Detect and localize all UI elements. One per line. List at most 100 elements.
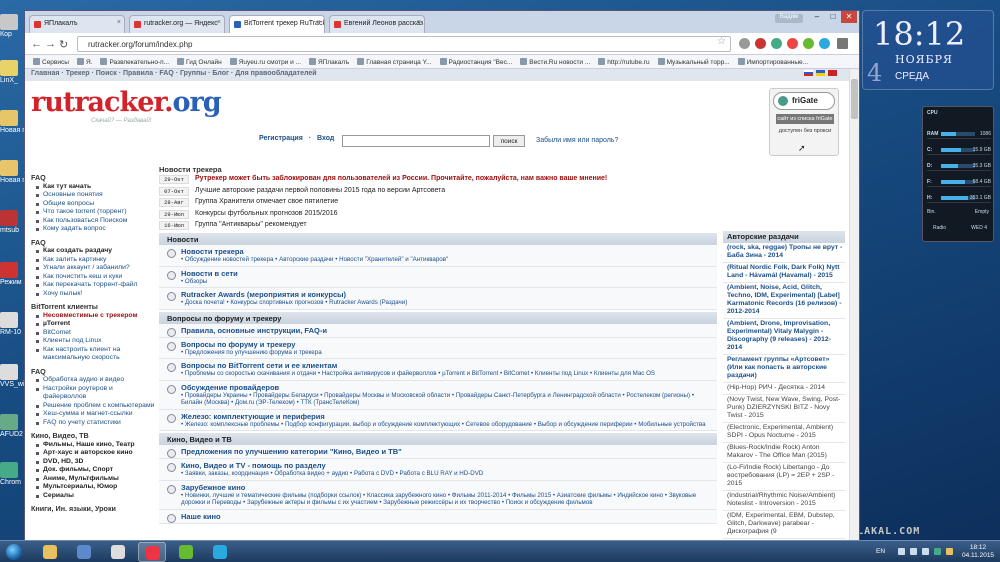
- forum-title-link[interactable]: Зарубежное кино: [181, 483, 717, 492]
- author-release-link[interactable]: (Novy Twist, New Wave, Swing, Post-Punk)…: [723, 395, 845, 423]
- address-bar[interactable]: rutracker.org/forum/index.php: [77, 36, 731, 52]
- tab-close-icon[interactable]: ×: [117, 19, 121, 26]
- sidebar-link[interactable]: Как настроить клиент на максимальную ско…: [31, 346, 157, 363]
- sidebar-link[interactable]: Хочу пылык!: [31, 290, 157, 299]
- browser-tab[interactable]: rutracker.org — Яндекс ×: [129, 15, 225, 33]
- subforum-links[interactable]: • Обсуждение новостей трекера • Авторски…: [181, 256, 717, 264]
- sidebar-link[interactable]: Настройки роутеров и файерволлов: [31, 385, 157, 402]
- author-release-link[interactable]: (Blues-Rock/Indie Rock) Anton Makarov - …: [723, 443, 845, 463]
- extension-icon[interactable]: [739, 38, 750, 49]
- forum-title-link[interactable]: Железо: комплектующие и периферия: [181, 412, 717, 421]
- forum-category-header[interactable]: Кино, Видео и ТВ: [159, 433, 717, 445]
- maximize-icon[interactable]: □: [825, 11, 841, 23]
- sidebar-link[interactable]: Что такое torrent (торрент): [31, 208, 157, 217]
- close-icon[interactable]: ✕: [841, 11, 857, 23]
- forum-title-link[interactable]: Новости в сети: [181, 269, 717, 278]
- desktop-shortcut[interactable]: mtsub: [0, 210, 26, 235]
- bookmark-item[interactable]: Импортированные...: [737, 55, 808, 66]
- bookmark-item[interactable]: ЯПлакалъ: [308, 55, 349, 66]
- sidebar-link[interactable]: DVD, HD, 3D: [31, 458, 157, 467]
- register-link[interactable]: Регистрация: [259, 135, 303, 142]
- forum-title-link[interactable]: Кино, Видео и ТV - помощь по разделу: [181, 461, 717, 470]
- author-release-link[interactable]: (IDM, Experimental, EBM, Dubstep, Glitch…: [723, 511, 845, 539]
- tab-close-icon[interactable]: ×: [217, 19, 221, 26]
- bookmark-item[interactable]: Сервисы: [33, 55, 69, 66]
- forum-title-link[interactable]: Правила, основные инструкции, FAQ-и: [181, 326, 717, 335]
- frigate-list-button[interactable]: сайт из списка friGate: [776, 114, 834, 124]
- forgot-password-link[interactable]: Забыли имя или пароль?: [536, 137, 618, 144]
- login-link[interactable]: Вход: [317, 135, 334, 142]
- taskbar-app-button[interactable]: [104, 542, 132, 562]
- sidebar-link[interactable]: Как создать раздачу: [31, 247, 157, 256]
- sidebar-link[interactable]: Как пользоваться Поиском: [31, 217, 157, 226]
- scrollbar-thumb[interactable]: [851, 79, 858, 119]
- frigate-widget[interactable]: friGate сайт из списка friGate доступен …: [769, 88, 839, 156]
- forward-icon[interactable]: →: [45, 38, 56, 50]
- taskbar-app-button[interactable]: [36, 542, 64, 562]
- site-top-nav[interactable]: Главная · Трекер · Поиск · Правила · FAQ…: [25, 69, 859, 81]
- sidebar-link[interactable]: Угнали аккаунт / забанили?: [31, 264, 157, 273]
- sidebar-link[interactable]: Хеш-сумма и магнет-ссылки: [31, 410, 157, 419]
- subforum-links[interactable]: • Предложения по улучшению форума и трек…: [181, 349, 717, 357]
- news-link[interactable]: Рутрекер может быть заблокирован для пол…: [195, 175, 607, 182]
- bookmark-star-icon[interactable]: ☆: [717, 36, 726, 47]
- subforum-links[interactable]: • Обзоры: [181, 278, 717, 286]
- sidebar-link[interactable]: Мультсериалы, Юмор: [31, 483, 157, 492]
- extension-icon[interactable]: [803, 38, 814, 49]
- extension-icon[interactable]: [771, 38, 782, 49]
- subforum-links[interactable]: • Провайдеры Украины • Провайдеры Белару…: [181, 392, 717, 407]
- adblock-icon[interactable]: [755, 38, 766, 49]
- taskbar-app-button[interactable]: [172, 542, 200, 562]
- bookmark-item[interactable]: Яuyeu.ru смотри и ...: [229, 55, 301, 66]
- news-link[interactable]: Лучшие авторские раздачи первой половины…: [195, 187, 445, 194]
- desktop-shortcut[interactable]: Режим проблем: [0, 262, 26, 287]
- forum-title-link[interactable]: Новости трекера: [181, 247, 717, 256]
- sidebar-link[interactable]: Основные понятия: [31, 191, 157, 200]
- profile-button[interactable]: Вадим: [775, 14, 803, 23]
- tray-app-icon[interactable]: [946, 548, 953, 555]
- author-release-link[interactable]: (Hip-Hop) РИЧ - Десятка - 2014: [723, 383, 845, 395]
- sidebar-link[interactable]: Клиенты под Linux: [31, 337, 157, 346]
- desktop-shortcut[interactable]: Новая п: [0, 110, 26, 135]
- author-release-link[interactable]: (Lo-Fi/Indie Rock) Libertango - До востр…: [723, 463, 845, 491]
- sidebar-link[interactable]: Аниме, Мультфильмы: [31, 475, 157, 484]
- forum-category-header[interactable]: Новости: [159, 233, 717, 245]
- sidebar-link[interactable]: Док. фильмы, Спорт: [31, 466, 157, 475]
- sidebar-link[interactable]: Решение проблем с компьютерами: [31, 402, 157, 411]
- browser-tab[interactable]: Евгений Леонов рассказ ×: [329, 15, 425, 33]
- desktop-shortcut[interactable]: Новая п: [0, 160, 26, 185]
- sidebar-link[interactable]: BitComet: [31, 329, 157, 338]
- sidebar-link[interactable]: Несовместимые с трекером: [31, 312, 157, 321]
- search-button[interactable]: поиск: [493, 135, 525, 147]
- sidebar-link[interactable]: Фильмы, Наше кино, Театр: [31, 441, 157, 450]
- desktop-shortcut[interactable]: Кор: [0, 14, 26, 39]
- subforum-links[interactable]: • Новинки, лучшие и тематические фильмы …: [181, 492, 717, 507]
- sidebar-link[interactable]: Как тут качать: [31, 183, 157, 192]
- sidebar-link[interactable]: Арт-хаус и авторское кино: [31, 449, 157, 458]
- flag-ru-icon[interactable]: [804, 70, 813, 76]
- page-scrollbar[interactable]: [849, 69, 859, 541]
- network-icon[interactable]: [910, 548, 917, 555]
- forum-title-link[interactable]: Вопросы по BitTorrent сети и ее клиентам: [181, 361, 717, 370]
- subforum-links[interactable]: • Проблемы со скоростью скачивания и отд…: [181, 370, 717, 378]
- sidebar-link[interactable]: Как почистить кеш и куки: [31, 273, 157, 282]
- taskbar-app-button[interactable]: [206, 542, 234, 562]
- browser-tab[interactable]: ЯПлакалъ ×: [29, 15, 125, 33]
- desktop-shortcut[interactable]: LinX_: [0, 60, 26, 85]
- reload-icon[interactable]: ↻: [59, 38, 68, 51]
- author-release-link[interactable]: (Industrial/Rhythmic Noise/Ambient) Note…: [723, 491, 845, 511]
- system-meter-gadget[interactable]: CPU RAM 1086 C: 15.9 GB D: 35.3 GB F: 68.4 GB H:…: [922, 106, 994, 242]
- desktop-shortcut[interactable]: VVS_wi: [0, 364, 26, 389]
- author-release-link[interactable]: (Ambient, Noise, Acid, Glitch, Techno, I…: [723, 283, 845, 319]
- tab-close-icon[interactable]: ×: [317, 19, 321, 26]
- volume-icon[interactable]: [922, 548, 929, 555]
- author-release-link[interactable]: (Electronic, Experimental, Ambient) SDPI…: [723, 423, 845, 443]
- forum-category-header[interactable]: Вопросы по форуму и трекеру: [159, 311, 717, 324]
- bookmark-item[interactable]: http://rutube.ru: [598, 55, 650, 66]
- bookmark-item[interactable]: Я.: [76, 55, 92, 66]
- top-nav-links[interactable]: Главная · Трекер · Поиск · Правила · FAQ…: [31, 70, 317, 77]
- back-icon[interactable]: ←: [31, 38, 42, 50]
- sidebar-link[interactable]: Сериалы: [31, 492, 157, 501]
- site-logo[interactable]: rutracker.org Скачай? — Раздавай!: [31, 87, 222, 127]
- desktop-shortcut[interactable]: RM-10: [0, 312, 26, 337]
